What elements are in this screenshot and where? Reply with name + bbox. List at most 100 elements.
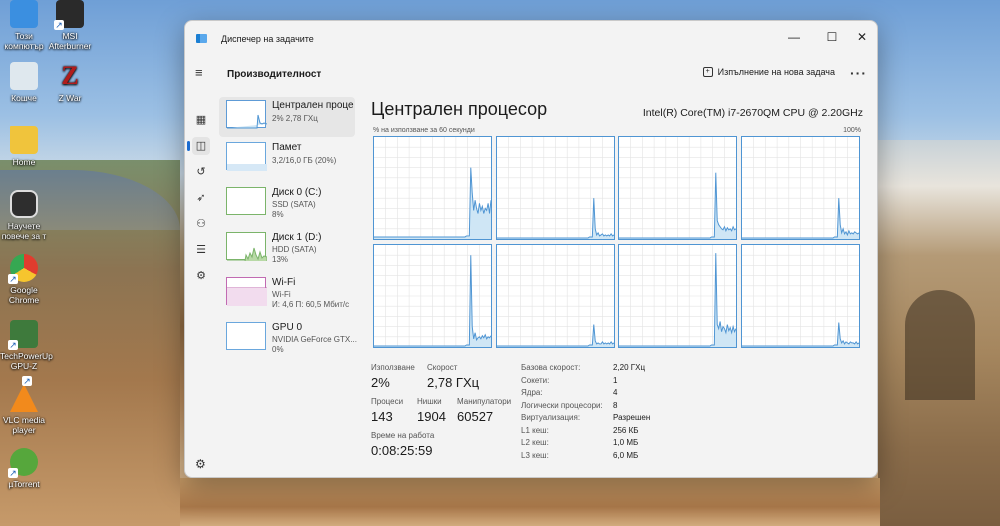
graph-max-label: 100% [843, 127, 861, 134]
cpu-sparkline [226, 100, 268, 129]
desktop-icon-vlc[interactable]: VLC media player [0, 376, 48, 435]
gpu-z-icon [8, 320, 38, 350]
cores-value: 4 [613, 388, 618, 397]
desktop-icon-gpu-z[interactable]: TechPowerUp GPU-Z [0, 320, 53, 371]
recycle-bin-icon [10, 62, 38, 90]
services-icon[interactable]: ⚙ [192, 267, 210, 285]
uptime-value: 0:08:25:59 [371, 443, 433, 458]
logical-processor-graph-6 [618, 244, 737, 348]
base-speed-value: 2,20 ГХц [613, 363, 646, 372]
logical-processor-graph-5 [495, 244, 615, 348]
desktop-icon-label: VLC media player [2, 415, 46, 435]
memory-sparkline [226, 142, 267, 171]
desktop-icon-label: Този компютър [4, 31, 44, 51]
desktop-icon-recycle-bin[interactable]: Кошче [0, 62, 48, 103]
maximize-button[interactable]: ☐ [817, 25, 847, 49]
l3-cache-label: L3 кеш: [521, 450, 549, 460]
desktop-icon-label: µTorrent [8, 479, 40, 489]
device-memory[interactable]: Памет 3,2/16,0 ГБ (20%) [219, 139, 355, 179]
logical-processors-label: Логически процесори: [521, 400, 603, 410]
command-bar: ≡ Производителност + Изпълнение на нова … [185, 55, 877, 93]
device-cpu[interactable]: Централен проце 2% 2,78 ГХц [219, 97, 355, 137]
startup-apps-icon[interactable]: ➶ [192, 189, 210, 207]
desktop-icon-label: Home [12, 157, 36, 167]
device-detail: HDD (SATA) [272, 245, 317, 254]
new-task-icon: + [702, 67, 713, 77]
cpu-stats: Използване 2% Скорост 2,78 ГХц Процеси 1… [371, 363, 871, 473]
cpu-heading: Централен процесор [371, 99, 548, 119]
desktop-icon-learn-more[interactable]: Научете повече за т [0, 190, 48, 241]
device-list: Централен проце 2% 2,78 ГХц Памет 3,2/16… [219, 97, 357, 357]
performance-icon[interactable]: ◫ [187, 137, 210, 155]
desktop-icon-this-pc[interactable]: Този компютър [0, 0, 48, 51]
desktop-icon-chrome[interactable]: Google Chrome [0, 254, 48, 305]
device-name: Памет [272, 142, 302, 153]
desktop-icon-label: MSI Afterburner [48, 31, 92, 51]
device-disk-0[interactable]: Диск 0 (C:) SSD (SATA) 8% [219, 184, 355, 224]
device-name: Централен проце [272, 100, 354, 111]
device-usage: 13% [272, 255, 289, 264]
threads-value: 1904 [417, 409, 446, 424]
logical-processor-graph-4 [373, 244, 492, 348]
logical-processor-graph-3 [740, 136, 860, 240]
logical-processors-value: 8 [613, 400, 618, 410]
disk-1-sparkline [226, 232, 268, 262]
computer-icon [10, 0, 38, 28]
usage-value: 2% [371, 375, 390, 390]
device-detail: NVIDIA GeForce GTX... [272, 335, 357, 344]
handles-label: Манипулатори [457, 397, 512, 406]
device-wifi[interactable]: Wi-Fi Wi-Fi И: 4,6 П: 60,5 Мбит/с [219, 274, 355, 314]
desktop-icon-label: Кошче [11, 93, 37, 103]
desktop-icon-z-war[interactable]: Z Z War [46, 61, 94, 104]
processes-icon[interactable]: ▦ [192, 111, 210, 129]
handles-value: 60527 [457, 409, 494, 424]
disk-0-sparkline [226, 187, 266, 215]
desktop-icon-msi-afterburner[interactable]: MSI Afterburner [46, 0, 94, 51]
users-icon[interactable]: ⚇ [192, 215, 210, 233]
device-name: Wi-Fi [272, 277, 296, 288]
afterburner-icon [54, 0, 84, 30]
processes-value: 143 [371, 409, 393, 424]
logical-processor-graph-1 [495, 136, 615, 240]
hamburger-menu-icon[interactable]: ≡ [195, 66, 207, 79]
speed-value: 2,78 ГХц [427, 375, 480, 390]
minimize-button[interactable]: — [779, 25, 809, 49]
l1-cache-label: L1 кеш: [521, 425, 549, 435]
desktop-icon-label: Научете повече за т [1, 221, 47, 241]
wallpaper-arch [905, 290, 975, 400]
desktop-icon-utorrent[interactable]: µTorrent [0, 448, 48, 489]
learn-more-icon [10, 190, 38, 218]
desktop-icon-label: TechPowerUp GPU-Z [0, 351, 53, 371]
app-history-icon[interactable]: ↺ [192, 163, 210, 181]
device-detail: Wi-Fi [272, 290, 291, 299]
navigation-rail: ▦ ◫ ↺ ➶ ⚇ ☰ ⚙ [185, 93, 217, 477]
desktop-icon-home[interactable]: Home [0, 126, 48, 167]
virtualization-label: Виртуализация: [521, 413, 581, 422]
device-detail: 3,2/16,0 ГБ (20%) [272, 156, 337, 165]
uptime-label: Време на работа [371, 431, 435, 440]
z-war-icon: Z [61, 61, 79, 90]
more-options-button[interactable]: ··· [850, 65, 867, 81]
l2-cache-label: L2 кеш: [521, 438, 549, 447]
cpu-model-name: Intel(R) Core(TM) i7-2670QM CPU @ 2.20GH… [642, 107, 863, 119]
utorrent-icon [8, 448, 38, 478]
graph-axis-label: % на използване за 60 секунди [373, 127, 475, 134]
l1-cache-value: 256 КБ [613, 425, 639, 435]
run-new-task-button[interactable]: + Изпълнение на нова задача [702, 67, 835, 77]
wallpaper-rocks [180, 478, 880, 526]
logical-processor-graphs [373, 136, 863, 350]
title-bar[interactable]: Диспечер на задачите — ☐ ✕ [185, 21, 877, 55]
details-icon[interactable]: ☰ [192, 241, 210, 259]
sockets-label: Сокети: [521, 375, 550, 385]
device-gpu[interactable]: GPU 0 NVIDIA GeForce GTX... 0% [219, 319, 357, 359]
folder-icon [10, 126, 38, 154]
virtualization-value: Разрешен [613, 413, 651, 422]
device-disk-1[interactable]: Диск 1 (D:) HDD (SATA) 13% [219, 229, 355, 269]
l2-cache-value: 1,0 МБ [613, 438, 639, 447]
task-manager-window: Диспечер на задачите — ☐ ✕ ≡ Производите… [184, 20, 878, 478]
cores-label: Ядра: [521, 388, 543, 397]
cpu-details-panel: Централен процесор Intel(R) Core(TM) i7-… [371, 97, 871, 477]
settings-gear-icon[interactable]: ⚙ [195, 457, 206, 471]
l3-cache-value: 6,0 МБ [613, 450, 639, 460]
close-button[interactable]: ✕ [847, 25, 877, 49]
